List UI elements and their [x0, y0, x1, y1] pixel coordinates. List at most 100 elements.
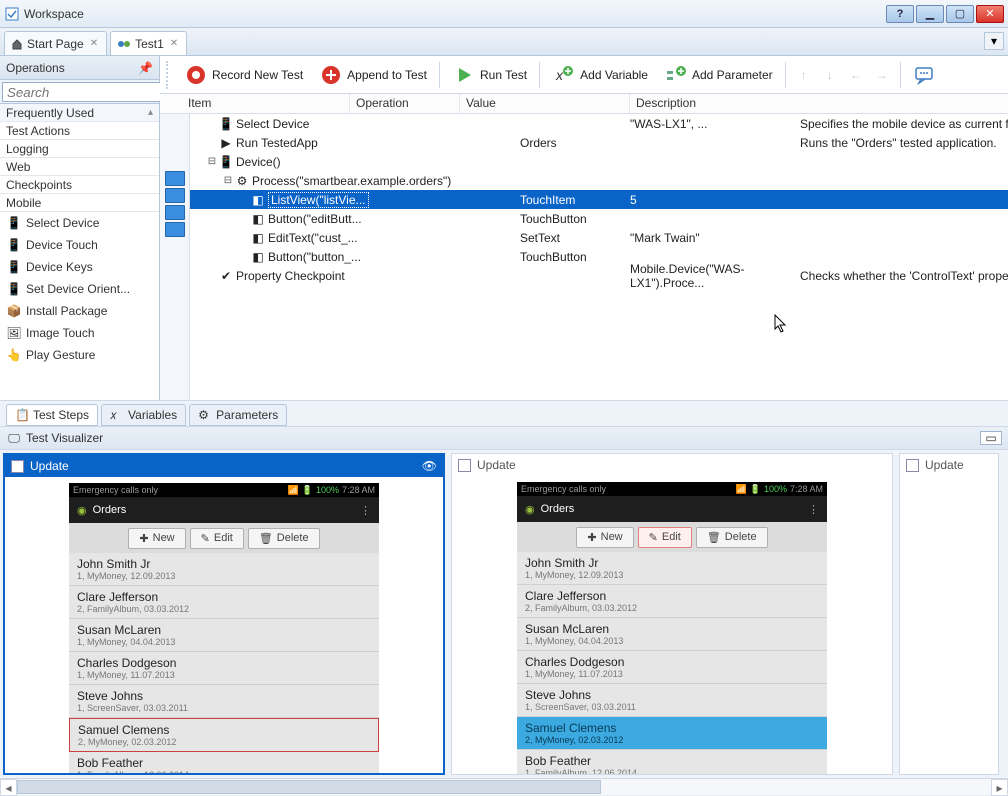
thumbnail[interactable]: [165, 222, 185, 237]
category-web[interactable]: Web: [0, 158, 159, 176]
grid-row[interactable]: ⊟📱Device(): [190, 152, 1008, 171]
list-item[interactable]: Susan McLaren1, MyMoney, 04.04.2013: [517, 618, 827, 651]
minimize-panel-button[interactable]: ▭: [980, 431, 1002, 445]
menu-dots-icon[interactable]: ⋮: [808, 503, 819, 516]
grid-row[interactable]: ◧ListView("listVie...TouchItem5: [190, 190, 1008, 209]
minimize-button[interactable]: ▁: [916, 5, 944, 23]
checkbox[interactable]: [11, 460, 24, 473]
close-icon[interactable]: ✕: [88, 38, 100, 49]
device-icon: 📱: [218, 116, 234, 132]
op-device-keys[interactable]: 📱Device Keys: [0, 256, 159, 278]
scroll-thumb[interactable]: [17, 780, 601, 794]
col-item[interactable]: Item: [160, 94, 350, 113]
add-variable-button[interactable]: xAdd Variable: [548, 61, 652, 89]
category-logging[interactable]: Logging: [0, 140, 159, 158]
new-button[interactable]: ✚New: [128, 528, 185, 549]
category-frequently-used[interactable]: Frequently Used▴: [0, 104, 159, 122]
menu-dots-icon[interactable]: ⋮: [360, 504, 371, 517]
op-select-device[interactable]: 📱Select Device: [0, 212, 159, 234]
record-new-test-button[interactable]: Record New Test: [180, 61, 307, 89]
op-install-package[interactable]: 📦Install Package: [0, 300, 159, 322]
thumbnail[interactable]: [165, 188, 185, 203]
arrow-up-icon[interactable]: ↑: [794, 65, 814, 85]
tab-test-steps[interactable]: 📋Test Steps: [6, 404, 98, 426]
list-item[interactable]: Samuel Clemens2, MyMoney, 02.03.2012: [69, 718, 379, 752]
checkbox[interactable]: [458, 459, 471, 472]
arrow-down-icon[interactable]: ↓: [820, 65, 840, 85]
op-device-touch[interactable]: 📱Device Touch: [0, 234, 159, 256]
grid-row[interactable]: ◧EditText("cust_...SetText"Mark Twain": [190, 228, 1008, 247]
category-mobile[interactable]: Mobile: [0, 194, 159, 212]
visualizer-card[interactable]: Update👁Emergency calls only📶🔋100%7:28 AM…: [3, 453, 445, 775]
pin-icon[interactable]: 📌: [138, 61, 153, 75]
row-item-label: EditText("cust_...: [268, 231, 358, 245]
category-checkpoints[interactable]: Checkpoints: [0, 176, 159, 194]
tab-test1[interactable]: Test1 ✕: [110, 31, 187, 55]
list-item[interactable]: Bob Feather1, FamilyAlbum, 12.06.2014: [517, 750, 827, 774]
op-set-device-orient[interactable]: 📱Set Device Orient...: [0, 278, 159, 300]
item-name: Charles Dodgeson: [77, 656, 371, 670]
list-item[interactable]: Steve Johns1, ScreenSaver, 03.03.2011: [517, 684, 827, 717]
edit-button[interactable]: ✎Edit: [638, 527, 692, 548]
status-text: Emergency calls only: [521, 484, 606, 494]
proc-icon: ⚙: [234, 173, 250, 189]
expand-toggle[interactable]: ⊟: [206, 156, 218, 167]
grid-row[interactable]: ▶Run TestedAppOrdersRuns the "Orders" te…: [190, 133, 1008, 152]
grid-row[interactable]: ✔Property CheckpointMobile.Device("WAS-L…: [190, 266, 1008, 285]
comment-button[interactable]: [909, 61, 941, 89]
maximize-button[interactable]: ▢: [946, 5, 974, 23]
col-operation[interactable]: Operation: [350, 94, 460, 113]
item-name: Susan McLaren: [525, 622, 819, 636]
eye-icon[interactable]: 👁: [422, 459, 437, 473]
list-item[interactable]: John Smith Jr1, MyMoney, 12.09.2013: [517, 552, 827, 585]
list-item[interactable]: Steve Johns1, ScreenSaver, 03.03.2011: [69, 685, 379, 718]
arrow-left-icon[interactable]: ←: [846, 65, 866, 85]
run-test-button[interactable]: Run Test: [448, 61, 531, 89]
tab-start-page[interactable]: Start Page ✕: [4, 31, 107, 55]
list-item[interactable]: Clare Jefferson2, FamilyAlbum, 03.03.201…: [69, 586, 379, 619]
keys-icon: 📱: [6, 259, 22, 275]
append-to-test-button[interactable]: Append to Test: [315, 61, 431, 89]
scroll-track[interactable]: [17, 779, 991, 795]
expand-toggle[interactable]: ⊟: [222, 175, 234, 186]
item-sub: 1, MyMoney, 12.09.2013: [77, 571, 371, 581]
thumbnail[interactable]: [165, 171, 185, 186]
grid-row[interactable]: 📱Select Device"WAS-LX1", ...Specifies th…: [190, 114, 1008, 133]
list-item[interactable]: Charles Dodgeson1, MyMoney, 11.07.2013: [69, 652, 379, 685]
list-item[interactable]: Samuel Clemens2, MyMoney, 02.03.2012: [517, 717, 827, 750]
visualizer-card[interactable]: Update: [899, 453, 999, 775]
list-item[interactable]: Bob Feather1, FamilyAlbum, 12.06.2014: [69, 752, 379, 773]
help-button[interactable]: ?: [886, 5, 914, 23]
op-image-touch[interactable]: 🖼Image Touch: [0, 322, 159, 344]
row-operation: Orders: [520, 136, 630, 150]
row-item-label: ListView("listVie...: [268, 192, 369, 208]
delete-button[interactable]: 🗑Delete: [696, 527, 768, 548]
list-item[interactable]: Charles Dodgeson1, MyMoney, 11.07.2013: [517, 651, 827, 684]
col-value[interactable]: Value: [460, 94, 630, 113]
new-button[interactable]: ✚New: [576, 527, 633, 548]
edit-button[interactable]: ✎Edit: [190, 528, 244, 549]
op-play-gesture[interactable]: 👆Play Gesture: [0, 344, 159, 366]
list-item[interactable]: Clare Jefferson2, FamilyAlbum, 03.03.201…: [517, 585, 827, 618]
list-item[interactable]: John Smith Jr1, MyMoney, 12.09.2013: [69, 553, 379, 586]
grid-row[interactable]: ◧Button("editButt...TouchButton: [190, 209, 1008, 228]
tab-variables[interactable]: 𝑥Variables: [101, 404, 186, 426]
tab-parameters[interactable]: ⚙Parameters: [189, 404, 287, 426]
close-icon[interactable]: ✕: [168, 38, 180, 49]
close-button[interactable]: ✕: [976, 5, 1004, 23]
grid-row[interactable]: ⊟⚙Process("smartbear.example.orders"): [190, 171, 1008, 190]
tab-overflow-button[interactable]: ▾: [984, 32, 1004, 50]
category-test-actions[interactable]: Test Actions: [0, 122, 159, 140]
horizontal-scrollbar[interactable]: ◂ ▸: [0, 778, 1008, 795]
delete-button[interactable]: 🗑Delete: [248, 528, 320, 549]
plus-icon: ✚: [587, 531, 596, 544]
arrow-right-icon[interactable]: →: [872, 65, 892, 85]
visualizer-card[interactable]: UpdateEmergency calls only📶🔋100%7:28 AM◉…: [451, 453, 893, 775]
list-item[interactable]: Susan McLaren1, MyMoney, 04.04.2013: [69, 619, 379, 652]
thumbnail[interactable]: [165, 205, 185, 220]
grid-row[interactable]: ◧Button("button_...TouchButton: [190, 247, 1008, 266]
col-description[interactable]: Description▴: [630, 94, 1008, 113]
add-parameter-button[interactable]: Add Parameter: [660, 61, 777, 89]
titlebar: Workspace ? ▁ ▢ ✕: [0, 0, 1008, 28]
checkbox[interactable]: [906, 459, 919, 472]
